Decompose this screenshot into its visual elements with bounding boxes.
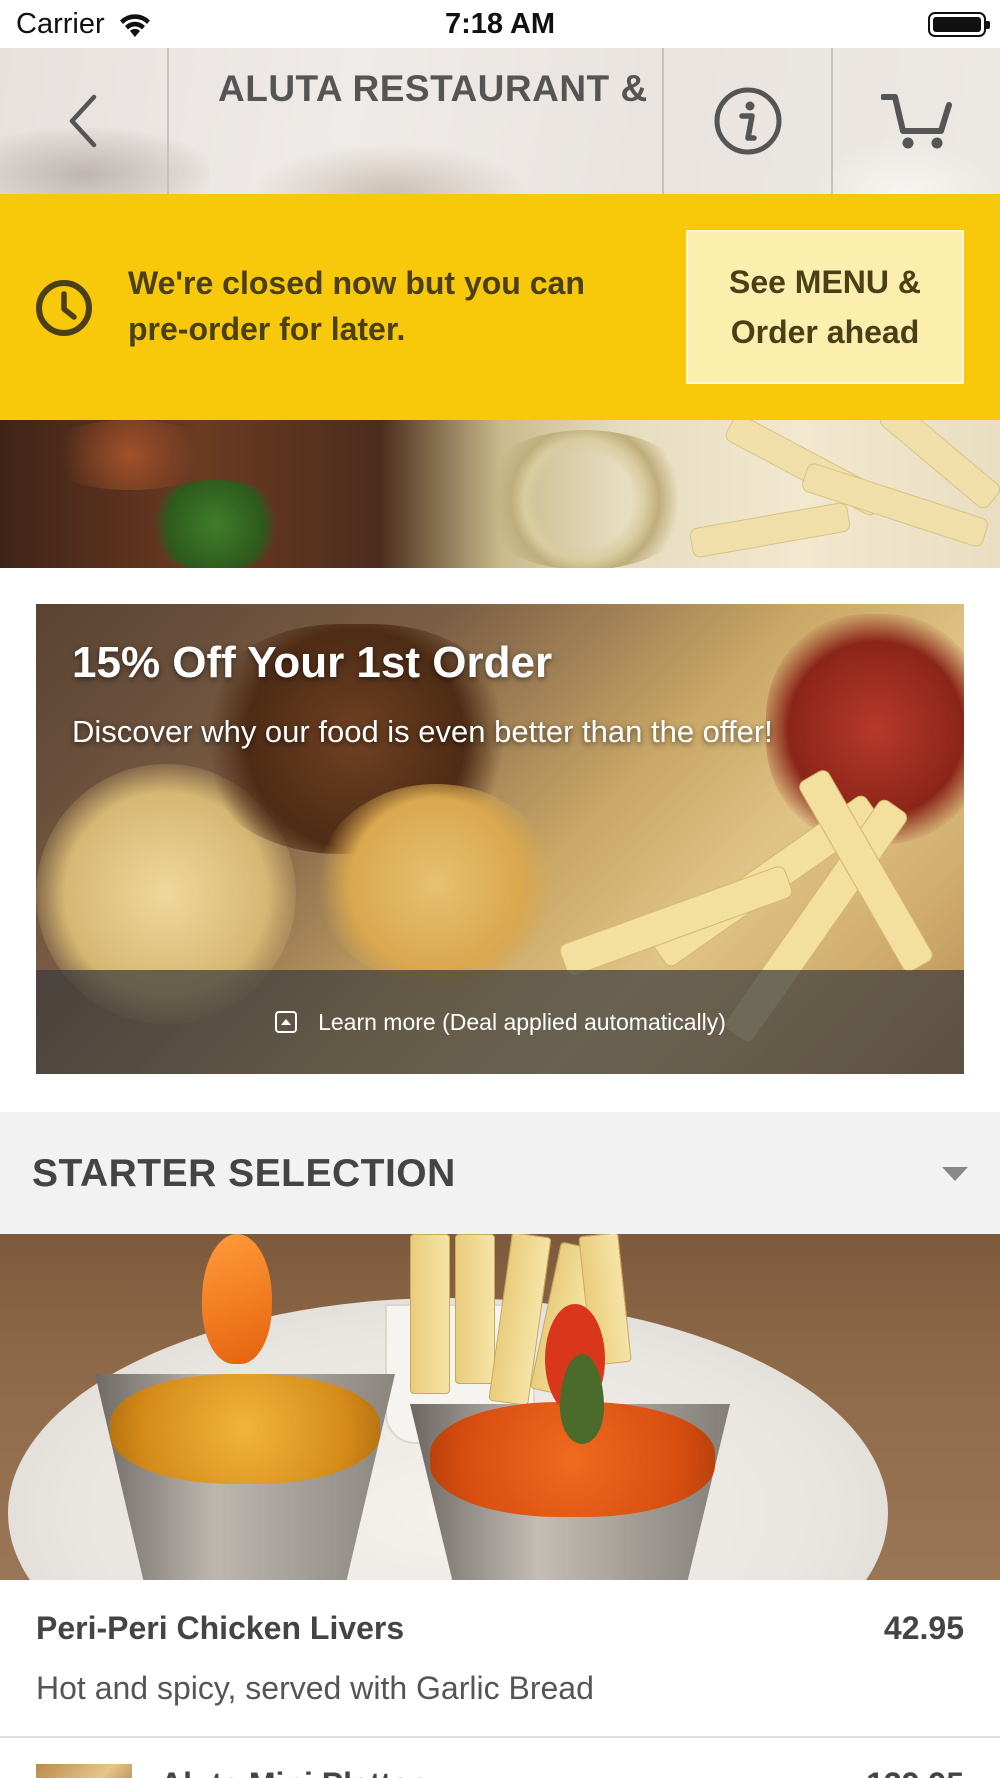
section-title: STARTER SELECTION <box>32 1152 456 1195</box>
back-button[interactable] <box>0 48 168 194</box>
restaurant-header: ALUTA RESTAURANT & <box>0 48 1000 194</box>
menu-item-price: 139.95 <box>866 1766 964 1778</box>
promo-footer-text: Learn more (Deal applied automatically) <box>318 1008 726 1035</box>
section-header-starters[interactable]: STARTER SELECTION <box>0 1112 1000 1234</box>
order-ahead-button[interactable]: See MENU & Order ahead <box>686 230 964 384</box>
info-button[interactable] <box>664 48 832 194</box>
chevron-left-icon <box>69 94 97 148</box>
cart-button[interactable] <box>834 48 1000 194</box>
battery-icon <box>928 12 990 37</box>
menu-item-description: Hot and spicy, served with Garlic Bread <box>36 1670 594 1706</box>
closed-message: We're closed now but you can pre-order f… <box>128 265 585 347</box>
restaurant-name: ALUTA RESTAURANT & <box>218 68 648 109</box>
status-bar: Carrier 7:18 AM <box>0 0 1000 48</box>
menu-item-name: Aluta Mini Platter <box>160 1766 421 1778</box>
closed-banner: We're closed now but you can pre-order f… <box>0 194 1000 420</box>
promo-title: 15% Off Your 1st Order <box>72 638 553 687</box>
info-icon <box>714 87 782 155</box>
menu-item-thumbnail <box>36 1764 132 1778</box>
menu-item-image[interactable] <box>0 1234 1000 1580</box>
cart-icon <box>881 94 952 149</box>
restaurant-cover-image <box>0 420 1000 568</box>
menu-item-row[interactable]: Aluta Mini Platter 139.95 <box>0 1740 1000 1778</box>
expand-up-icon <box>275 1011 298 1033</box>
promo-card[interactable]: 15% Off Your 1st Order Discover why our … <box>36 604 964 1074</box>
menu-item-row[interactable]: Peri-Peri Chicken Livers 42.95 Hot and s… <box>0 1580 1000 1738</box>
promo-subtitle: Discover why our food is even better tha… <box>72 714 773 749</box>
clock-time: 7:18 AM <box>444 8 556 40</box>
menu-item-name: Peri-Peri Chicken Livers <box>36 1610 405 1646</box>
clock-icon <box>36 280 92 336</box>
caret-down-icon[interactable] <box>942 1167 968 1181</box>
promo-learn-more[interactable]: Learn more (Deal applied automatically) <box>36 970 964 1074</box>
menu-item-price: 42.95 <box>883 1610 964 1646</box>
